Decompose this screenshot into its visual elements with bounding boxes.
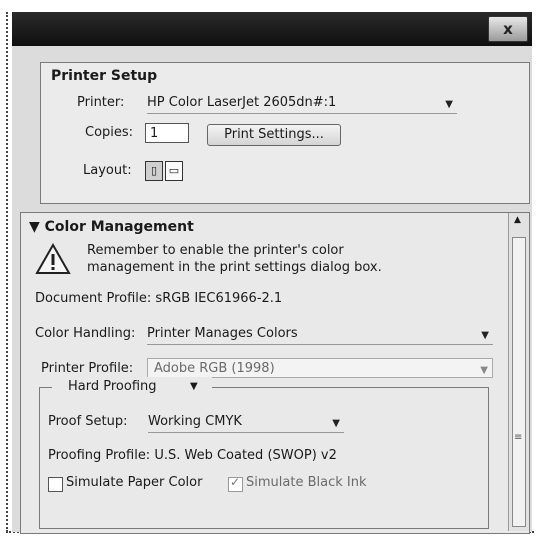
copies-input[interactable]: 1 <box>145 123 189 143</box>
hard-proofing-dropdown[interactable]: Hard Proofing ▼ <box>52 377 212 399</box>
color-handling-select[interactable]: Printer Manages Colors ▼ <box>147 324 493 345</box>
printer-setup-panel: Printer Setup Printer: HP Color LaserJet… <box>40 62 530 204</box>
hard-proofing-value: Hard Proofing <box>68 379 157 394</box>
simulate-black-ink-label: Simulate Black Ink <box>246 475 367 490</box>
color-management-title: Color Management <box>44 219 194 235</box>
proof-setup-label: Proof Setup: <box>48 414 128 429</box>
copies-label: Copies: <box>85 125 134 140</box>
printer-select-value: HP Color LaserJet 2605dn#:1 <box>147 95 337 110</box>
printer-profile-select[interactable]: Adobe RGB (1998) ▼ <box>147 358 493 378</box>
simulate-paper-color-label: Simulate Paper Color <box>66 475 203 490</box>
chevron-down-icon: ▼ <box>190 381 198 392</box>
chevron-down-icon: ▼ <box>332 418 340 429</box>
proof-setup-select[interactable]: Working CMYK ▼ <box>148 412 344 433</box>
color-handling-label: Color Handling: <box>35 326 136 341</box>
scrollbar-thumb[interactable]: ≡ <box>512 237 526 527</box>
chevron-down-icon: ▼ <box>445 99 453 110</box>
warning-line-1: Remember to enable the printer's color <box>87 243 344 258</box>
hard-proofing-group: Hard Proofing ▼ Proof Setup: Working CMY… <box>39 377 489 529</box>
simulate-paper-color-checkbox[interactable] <box>48 477 63 492</box>
color-management-panel: ▼ Color Management Remember to enable th… <box>20 212 530 534</box>
printer-label: Printer: <box>77 95 125 110</box>
printer-setup-title: Printer Setup <box>51 68 158 84</box>
scroll-up-arrow-icon[interactable]: ▲ <box>514 215 521 225</box>
document-profile-text: Document Profile: sRGB IEC61966-2.1 <box>35 291 283 306</box>
chevron-down-icon: ▼ <box>481 330 489 341</box>
vertical-scrollbar[interactable]: ▲ ≡ <box>508 213 529 531</box>
title-bar: x <box>12 12 532 46</box>
warning-icon <box>35 243 71 274</box>
print-settings-button[interactable]: Print Settings... <box>207 124 341 146</box>
printer-profile-label: Printer Profile: <box>41 361 134 376</box>
layout-label: Layout: <box>83 163 132 178</box>
portrait-layout-icon[interactable]: ▯ <box>145 161 163 181</box>
warning-line-2: management in the print settings dialog … <box>87 260 382 275</box>
simulate-black-ink-checkbox[interactable] <box>228 475 243 492</box>
color-management-header[interactable]: ▼ Color Management <box>29 219 194 235</box>
dotted-frame-left <box>6 12 8 532</box>
proofing-profile-text: Proofing Profile: U.S. Web Coated (SWOP)… <box>48 448 337 463</box>
collapse-triangle-icon: ▼ <box>29 219 40 235</box>
grip-icon: ≡ <box>514 432 523 443</box>
printer-select[interactable]: HP Color LaserJet 2605dn#:1 ▼ <box>147 93 457 114</box>
proof-setup-value: Working CMYK <box>148 414 242 429</box>
color-handling-value: Printer Manages Colors <box>147 326 298 341</box>
warning-message: Remember to enable the printer's color m… <box>87 242 382 276</box>
printer-profile-value: Adobe RGB (1998) <box>154 361 275 376</box>
close-button[interactable]: x <box>488 16 528 42</box>
landscape-layout-icon[interactable]: ▭ <box>165 161 183 181</box>
chevron-down-icon: ▼ <box>480 365 488 376</box>
